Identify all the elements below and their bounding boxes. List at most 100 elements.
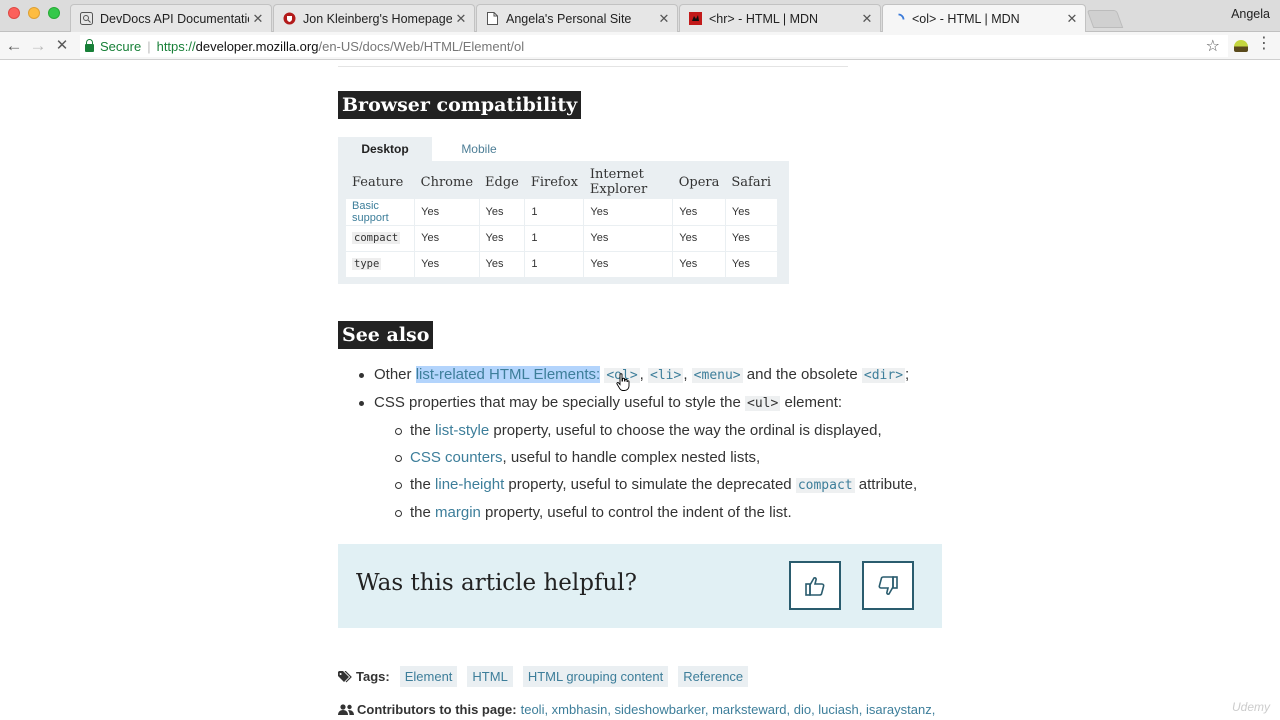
loading-spinner-icon xyxy=(891,12,905,26)
tags-row: Tags: Element HTML HTML grouping content… xyxy=(338,666,758,687)
users-icon xyxy=(338,703,354,715)
browser-tab[interactable]: Jon Kleinberg's Homepage ✕ xyxy=(273,4,475,32)
browser-tab[interactable]: DevDocs API Documentation ✕ xyxy=(70,4,272,32)
cell: Yes xyxy=(414,199,480,226)
stop-loading-icon[interactable]: ✕ xyxy=(52,36,72,56)
url-host: developer.mozilla.org xyxy=(195,38,319,54)
tab-title: DevDocs API Documentation xyxy=(100,11,249,26)
list-item: CSS properties that may be specially use… xyxy=(374,392,842,415)
profile-name[interactable]: Angela xyxy=(1231,7,1270,21)
tag-icon xyxy=(338,670,352,682)
item-text: property, useful to simulate the depreca… xyxy=(504,476,796,493)
browser-compatibility-heading: Browser compatibility xyxy=(338,91,582,119)
menu-link[interactable]: <menu> xyxy=(691,368,743,383)
cell: Yes xyxy=(414,225,480,252)
list-style-link[interactable]: list-style xyxy=(435,422,489,439)
header-edge: Edge xyxy=(485,174,519,190)
li-link[interactable]: <li> xyxy=(648,368,684,383)
tab-title: Jon Kleinberg's Homepage xyxy=(303,11,452,26)
mdn-icon xyxy=(688,12,702,26)
lock-icon xyxy=(85,38,94,52)
tab-title: <ol> - HTML | MDN xyxy=(912,12,1020,26)
tab-desktop[interactable]: Desktop xyxy=(338,137,432,161)
secure-label: Secure xyxy=(100,38,142,54)
cell: Yes xyxy=(414,251,480,278)
browser-tab[interactable]: Angela's Personal Site ✕ xyxy=(476,4,678,32)
tag-reference[interactable]: Reference xyxy=(678,666,749,687)
compat-tabs: Desktop Mobile xyxy=(338,137,526,161)
tag-html-grouping-content[interactable]: HTML grouping content xyxy=(522,666,669,687)
header-ie: Internet Explorer xyxy=(589,167,648,197)
thumbs-up-button[interactable] xyxy=(789,561,841,610)
feature-link[interactable]: Basic support xyxy=(346,199,415,226)
minimize-window-button[interactable] xyxy=(28,7,40,19)
page-icon xyxy=(485,12,499,26)
list-bullet xyxy=(359,373,364,378)
udemy-watermark: Udemy xyxy=(1231,700,1270,714)
address-bar[interactable]: Secure | https://developer.mozilla.org/e… xyxy=(80,35,1228,57)
item-text: property, useful to control the indent o… xyxy=(480,504,792,521)
item-text: , useful to handle complex nested lists, xyxy=(502,449,761,466)
cell: Yes xyxy=(724,225,777,252)
item-text: attribute, xyxy=(854,476,918,493)
table-row: Basic support Yes Yes 1 Yes Yes Yes xyxy=(346,199,777,226)
comma: , xyxy=(639,366,649,383)
tab-close-icon[interactable]: ✕ xyxy=(1063,11,1081,27)
tab-title: Angela's Personal Site xyxy=(506,11,632,26)
list-bullet xyxy=(359,401,364,406)
contributor-links[interactable]: teoli, xmbhasin, sideshowbarker, markste… xyxy=(521,702,936,717)
tags-label-wrap: Tags: xyxy=(338,669,390,684)
feature-code: compact xyxy=(352,232,401,244)
forward-arrow-icon[interactable]: → xyxy=(28,36,48,56)
see-also-heading: See also xyxy=(338,321,434,349)
item-text: Other xyxy=(374,366,416,383)
tab-strip: DevDocs API Documentation ✕ Jon Kleinber… xyxy=(0,0,1280,33)
tab-close-icon[interactable]: ✕ xyxy=(655,11,673,27)
thumbs-down-button[interactable] xyxy=(862,561,914,610)
browser-menu-icon[interactable]: ⋮ xyxy=(1256,36,1272,52)
tag-html[interactable]: HTML xyxy=(467,666,513,687)
comma: , xyxy=(683,366,692,383)
tab-close-icon[interactable]: ✕ xyxy=(858,11,876,27)
devdocs-icon xyxy=(79,12,93,26)
css-counters-link[interactable]: CSS counters xyxy=(410,449,503,466)
cell: Yes xyxy=(724,199,777,226)
tag-element[interactable]: Element xyxy=(399,666,458,687)
feedback-box: Was this article helpful? xyxy=(338,544,942,628)
tab-close-icon[interactable]: ✕ xyxy=(452,11,470,27)
header-feature: Feature xyxy=(352,174,404,190)
browser-tab-active[interactable]: <ol> - HTML | MDN ✕ xyxy=(882,4,1086,33)
margin-link[interactable]: margin xyxy=(435,504,481,521)
cell: Yes xyxy=(724,251,777,278)
list-item: Other list-related HTML Elements: <ol>, … xyxy=(374,364,909,387)
cell: Yes xyxy=(672,225,726,252)
thumbs-up-icon xyxy=(805,576,825,596)
shield-icon xyxy=(282,12,296,26)
item-text: property, useful to choose the way the o… xyxy=(489,422,882,439)
new-tab-button[interactable] xyxy=(1086,10,1124,28)
list-related-elements-link[interactable]: list-related HTML Elements: xyxy=(415,366,601,383)
close-window-button[interactable] xyxy=(8,7,20,19)
header-opera: Opera xyxy=(678,174,720,190)
dir-link[interactable]: <dir> xyxy=(861,368,906,383)
table-row: compact Yes Yes 1 Yes Yes Yes xyxy=(346,225,777,252)
tab-title: <hr> - HTML | MDN xyxy=(709,11,819,26)
extension-icon[interactable] xyxy=(1234,40,1248,52)
item-text: CSS properties that may be specially use… xyxy=(374,394,746,411)
cell: Yes xyxy=(672,251,726,278)
page-content: Browser compatibility Desktop Mobile Fea… xyxy=(0,61,1280,720)
cell: Yes xyxy=(478,251,525,278)
bookmark-star-icon[interactable]: ☆ xyxy=(1206,36,1220,56)
browser-tab[interactable]: <hr> - HTML | MDN ✕ xyxy=(679,4,881,32)
line-height-link[interactable]: line-height xyxy=(435,476,504,493)
contributors-label: Contributors to this page: xyxy=(357,702,517,717)
compat-header-row: Feature Chrome Edge Firefox Internet Exp… xyxy=(346,165,777,199)
tab-close-icon[interactable]: ✕ xyxy=(249,11,267,27)
header-safari: Safari xyxy=(731,174,771,190)
tab-mobile[interactable]: Mobile xyxy=(432,137,526,161)
back-arrow-icon[interactable]: ← xyxy=(4,36,24,56)
maximize-window-button[interactable] xyxy=(48,7,60,19)
item-text: element: xyxy=(780,394,843,411)
item-text: the xyxy=(410,476,436,493)
cell: Yes xyxy=(583,199,673,226)
